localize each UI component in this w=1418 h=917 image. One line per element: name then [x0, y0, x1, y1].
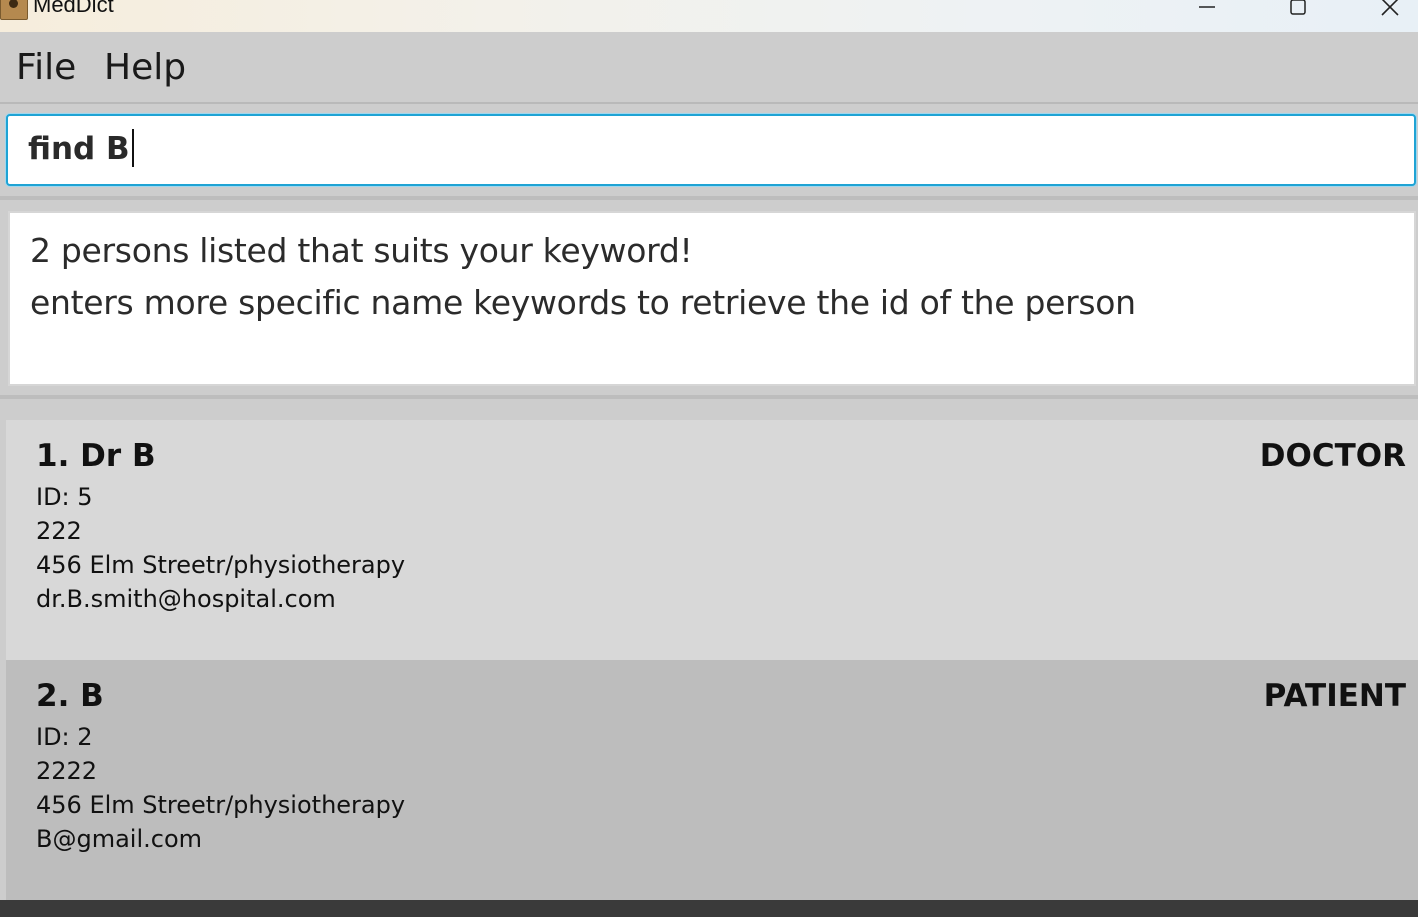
app-icon: [0, 0, 28, 20]
person-address: 456 Elm Streetr/physiotherapy: [36, 551, 406, 579]
window-title: MedDict: [33, 0, 114, 17]
person-id: ID: 2: [36, 723, 93, 751]
text-caret: [131, 128, 134, 167]
person-email: dr.B.smith@hospital.com: [36, 585, 336, 613]
person-name: 1. Dr B: [36, 438, 156, 474]
minimize-icon[interactable]: [1184, 0, 1230, 22]
person-role: PATIENT: [1263, 678, 1406, 714]
result-display: 2 persons listed that suits your keyword…: [8, 211, 1416, 386]
person-address: 456 Elm Streetr/physiotherapy: [36, 791, 406, 819]
person-role: DOCTOR: [1259, 438, 1406, 474]
status-bar: [0, 900, 1418, 917]
menu-bar: File Help: [0, 32, 1418, 104]
command-text: find B: [28, 128, 134, 170]
person-email: B@gmail.com: [36, 825, 203, 853]
menu-file[interactable]: File: [16, 46, 76, 90]
divider: [0, 395, 1418, 399]
command-value: find B: [28, 131, 130, 167]
person-name: 2. B: [36, 678, 104, 714]
close-icon[interactable]: [1367, 0, 1413, 22]
result-line-2: enters more specific name keywords to re…: [30, 283, 1136, 322]
person-phone: 222: [36, 517, 82, 545]
command-input[interactable]: find B: [6, 114, 1416, 186]
person-phone: 2222: [36, 757, 98, 785]
menu-help[interactable]: Help: [104, 46, 186, 90]
divider: [0, 196, 1418, 200]
maximize-icon[interactable]: [1275, 0, 1321, 22]
title-bar: MedDict: [0, 0, 1418, 32]
person-card[interactable]: 1. Dr B DOCTOR ID: 5 222 456 Elm Streetr…: [6, 420, 1418, 660]
person-card[interactable]: 2. B PATIENT ID: 2 2222 456 Elm Streetr/…: [6, 660, 1418, 900]
person-id: ID: 5: [36, 483, 93, 511]
result-line-1: 2 persons listed that suits your keyword…: [30, 231, 693, 270]
